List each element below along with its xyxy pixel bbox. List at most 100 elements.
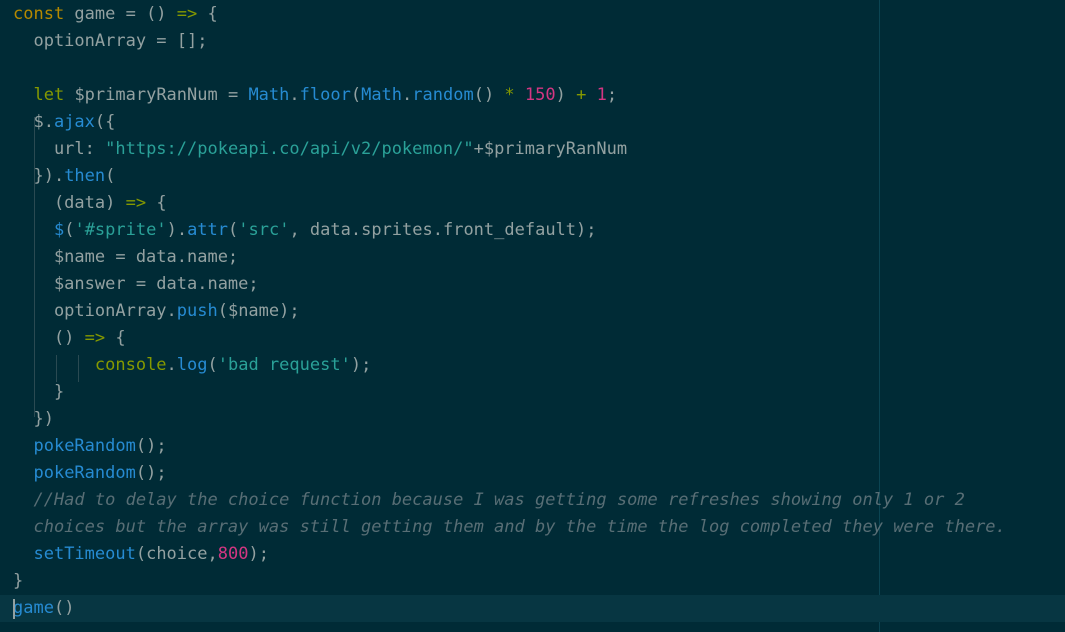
code-token: => [176, 4, 198, 24]
code-token: 800 [217, 544, 249, 564]
code-token: log [176, 355, 208, 375]
code-line[interactable] [13, 55, 1065, 82]
code-token: ($name); [217, 301, 300, 321]
code-token: . [166, 355, 177, 375]
code-line[interactable]: } [13, 379, 1065, 406]
code-token: (data) [13, 193, 126, 213]
code-token: { [197, 4, 218, 24]
code-line[interactable]: $('#sprite').attr('src', data.sprites.fr… [13, 217, 1065, 244]
code-token: console [94, 355, 167, 375]
code-token: + [576, 85, 587, 105]
code-token: { [105, 328, 126, 348]
text-cursor [13, 599, 15, 619]
code-token: $answer = data.name; [13, 274, 259, 294]
code-token: push [176, 301, 218, 321]
code-token: * [504, 85, 515, 105]
code-token: ({ [94, 112, 116, 132]
code-token: let [33, 85, 65, 105]
code-line[interactable]: pokeRandom(); [13, 460, 1065, 487]
code-token: choices but the array was still getting … [13, 517, 1006, 537]
code-token: . [402, 85, 413, 105]
code-editor[interactable]: const game = () => { optionArray = []; l… [0, 0, 1065, 632]
code-token: => [125, 193, 147, 213]
code-line[interactable]: optionArray = []; [13, 28, 1065, 55]
code-token: floor [299, 85, 351, 105]
code-token: 'src' [238, 220, 290, 240]
code-token: "https://pokeapi.co/api/v2/pokemon/" [105, 139, 474, 159]
code-token: ); [248, 544, 269, 564]
code-token: } [13, 382, 65, 402]
code-token: attr [187, 220, 229, 240]
code-token: () [53, 598, 75, 618]
code-line[interactable]: const game = () => { [13, 1, 1065, 28]
code-line[interactable]: } [13, 568, 1065, 595]
code-token: }). [13, 166, 65, 186]
code-token: pokeRandom [33, 463, 136, 483]
code-token: () [473, 85, 505, 105]
code-line[interactable]: //Had to delay the choice function becau… [13, 487, 1065, 514]
code-token: url: [13, 139, 106, 159]
code-line[interactable]: pokeRandom(); [13, 433, 1065, 460]
code-token: 1 [596, 85, 607, 105]
code-token: '#sprite' [74, 220, 167, 240]
code-token: () [13, 328, 85, 348]
code-line[interactable]: choices but the array was still getting … [13, 514, 1065, 541]
code-token: game [13, 598, 54, 618]
code-token: ; [606, 85, 618, 105]
code-token: ); [350, 355, 372, 375]
code-line[interactable]: console.log('bad request'); [13, 352, 1065, 379]
code-token: setTimeout [33, 544, 136, 564]
code-token: (choice, [135, 544, 218, 564]
code-token: . [289, 85, 300, 105]
code-token: ( [207, 355, 218, 375]
code-token: ( [350, 85, 362, 105]
code-token: $name = data.name; [13, 247, 239, 267]
code-token: //Had to delay the choice function becau… [13, 490, 965, 510]
code-token: { [146, 193, 167, 213]
code-token: +$primaryRanNum [473, 139, 628, 159]
code-token: ( [228, 220, 239, 240]
code-token: 150 [524, 85, 556, 105]
code-token: optionArray. [13, 301, 177, 321]
code-line[interactable]: $answer = data.name; [13, 271, 1065, 298]
code-token: $. [13, 112, 54, 132]
code-token: ) [555, 85, 577, 105]
code-token: } [13, 571, 24, 591]
code-line[interactable]: setTimeout(choice,800); [13, 541, 1065, 568]
code-token: , data.sprites.front_default); [289, 220, 597, 240]
code-line[interactable]: $name = data.name; [13, 244, 1065, 271]
code-line[interactable]: $.ajax({ [13, 109, 1065, 136]
code-token: const [13, 4, 65, 24]
code-line[interactable]: (data) => { [13, 190, 1065, 217]
code-line[interactable]: let $primaryRanNum = Math.floor(Math.ran… [13, 82, 1065, 109]
code-token: (); [135, 463, 167, 483]
code-line[interactable]: optionArray.push($name); [13, 298, 1065, 325]
code-token: random [412, 85, 474, 105]
code-token: => [84, 328, 106, 348]
code-token: $primaryRanNum = [64, 85, 249, 105]
code-line[interactable]: url: "https://pokeapi.co/api/v2/pokemon/… [13, 136, 1065, 163]
code-token: $ [53, 220, 65, 240]
code-line[interactable]: () => { [13, 325, 1065, 352]
code-line[interactable]: game() [0, 595, 1065, 622]
code-token: optionArray = []; [13, 31, 208, 51]
code-token: ajax [53, 112, 95, 132]
code-token: 'bad request' [217, 355, 351, 375]
code-token: }) [13, 409, 54, 429]
code-line[interactable]: }).then( [13, 163, 1065, 190]
code-token: ( [105, 166, 116, 186]
code-token: Math [248, 85, 290, 105]
code-token: (); [135, 436, 167, 456]
code-token: then [64, 166, 106, 186]
code-token: pokeRandom [33, 436, 136, 456]
code-token: ( [64, 220, 75, 240]
code-line[interactable]: }) [13, 406, 1065, 433]
code-token: Math [361, 85, 403, 105]
